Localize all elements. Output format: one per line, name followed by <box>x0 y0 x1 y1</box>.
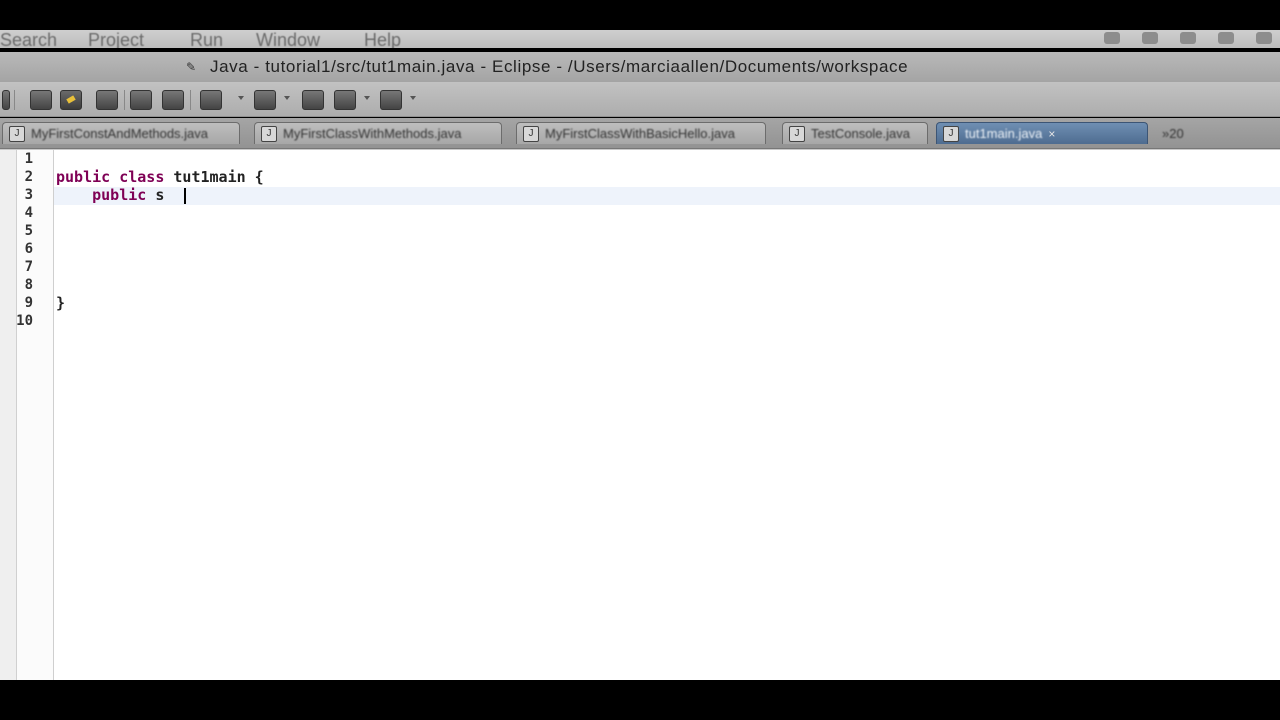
code-text: } <box>56 294 66 312</box>
tab-label: TestConsole.java <box>811 126 910 141</box>
clock-icon <box>1180 32 1196 44</box>
bug-icon[interactable] <box>30 90 52 110</box>
back-icon[interactable] <box>302 90 324 110</box>
toolbar-overflow-icon[interactable] <box>2 90 10 110</box>
toolbar <box>0 82 1280 117</box>
document-icon: ✎ <box>186 60 197 74</box>
code-text: tut1main { <box>164 168 264 186</box>
line-number: 1 <box>24 151 33 167</box>
menu-run[interactable]: Run <box>190 30 223 48</box>
java-file-icon: J <box>261 125 277 142</box>
letterbox-bottom <box>0 680 1280 720</box>
java-file-icon: J <box>9 125 25 142</box>
wifi-icon <box>1142 32 1158 44</box>
chevron-down-icon[interactable] <box>410 96 416 100</box>
java-file-icon: J <box>789 125 805 142</box>
code-text: s <box>146 186 165 204</box>
tab-file-3[interactable]: J MyFirstClassWithBasicHello.java <box>516 122 766 144</box>
keyword: public class <box>56 168 165 186</box>
toggle-mark-icon[interactable] <box>130 90 152 110</box>
java-file-icon: J <box>943 125 959 142</box>
battery-icon <box>1104 32 1120 44</box>
show-whitespace-icon[interactable] <box>162 90 184 110</box>
menu-search[interactable]: Search <box>0 30 57 48</box>
menu-window[interactable]: Window <box>256 30 320 48</box>
forward-icon[interactable] <box>334 90 356 110</box>
line-number: 6 <box>24 241 33 257</box>
tab-label: MyFirstConstAndMethods.java <box>31 126 209 141</box>
chevron-down-icon[interactable] <box>238 96 244 100</box>
screen: Search Project Run Window Help ✎ Java - … <box>0 0 1280 720</box>
code-line-9: } <box>56 294 65 312</box>
tab-label: tut1main.java <box>965 126 1043 141</box>
tab-tut1main[interactable]: J tut1main.java × <box>936 122 1148 144</box>
chevron-down-icon[interactable] <box>364 96 370 100</box>
menu-help[interactable]: Help <box>364 30 401 48</box>
editor-tab-bar: J MyFirstConstAndMethods.java J MyFirstC… <box>0 118 1280 149</box>
line-number: 5 <box>24 223 33 239</box>
chevron-down-icon[interactable] <box>284 96 290 100</box>
highlight-icon[interactable] <box>60 90 82 110</box>
code-line-3: public s <box>56 186 164 204</box>
tab-overflow[interactable]: »20 <box>1150 122 1210 144</box>
status-icons <box>1104 32 1272 44</box>
close-icon[interactable]: × <box>1048 127 1055 141</box>
line-number: 3 <box>24 187 33 203</box>
pin-icon[interactable] <box>380 90 402 110</box>
line-number: 2 <box>24 169 33 185</box>
line-number: 9 <box>24 295 33 311</box>
external-tools-icon[interactable] <box>96 90 118 110</box>
java-file-icon: J <box>523 125 539 142</box>
tab-file-4[interactable]: J TestConsole.java <box>782 122 928 144</box>
next-annotation-icon[interactable] <box>200 90 222 110</box>
menu-bar: Search Project Run Window Help <box>0 30 1280 48</box>
window-title: Java - tutorial1/src/tut1main.java - Ecl… <box>210 57 909 76</box>
line-number: 8 <box>24 277 33 293</box>
menu-project[interactable]: Project <box>88 30 144 48</box>
line-number: 10 <box>16 313 33 329</box>
code-editor[interactable]: 1 2 3 4 5 6 7 8 9 10 public class tut1ma… <box>0 149 1280 681</box>
tab-overflow-label: »20 <box>1162 125 1184 141</box>
line-number: 7 <box>24 259 33 275</box>
keyword: public <box>56 186 147 204</box>
user-icon <box>1218 32 1234 44</box>
window-titlebar[interactable]: ✎ Java - tutorial1/src/tut1main.java - E… <box>0 52 1280 83</box>
spotlight-icon <box>1256 32 1272 44</box>
code-line-2: public class tut1main { <box>56 168 264 186</box>
line-number: 4 <box>24 205 33 221</box>
current-line-highlight <box>54 187 1280 205</box>
toolbar-separator <box>124 90 125 110</box>
toolbar-separator <box>190 90 191 110</box>
toolbar-separator <box>14 90 15 110</box>
previous-annotation-icon[interactable] <box>254 90 276 110</box>
tab-file-2[interactable]: J MyFirstClassWithMethods.java <box>254 122 502 144</box>
tab-label: MyFirstClassWithBasicHello.java <box>545 126 735 141</box>
tab-file-1[interactable]: J MyFirstConstAndMethods.java <box>2 122 240 144</box>
tab-label: MyFirstClassWithMethods.java <box>283 126 462 141</box>
text-caret <box>184 188 186 204</box>
